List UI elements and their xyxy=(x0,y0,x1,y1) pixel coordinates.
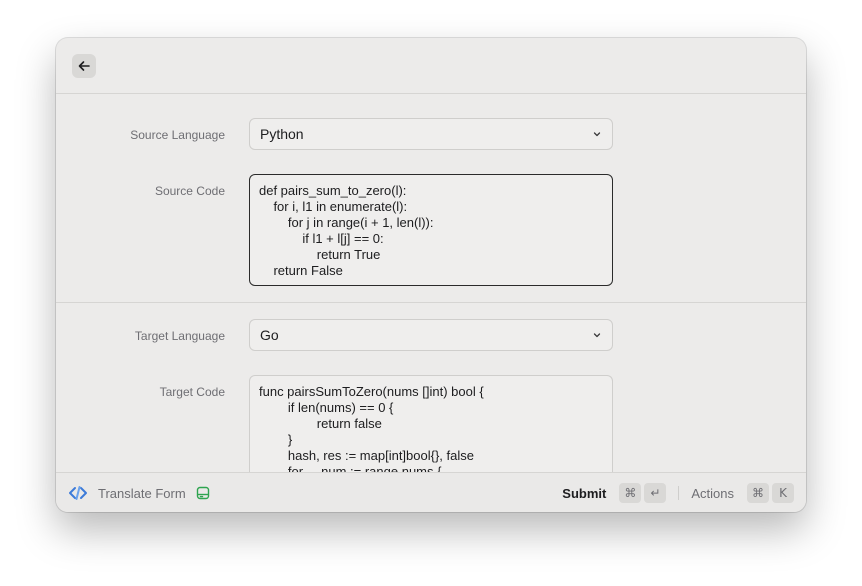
translate-extension-icon xyxy=(69,486,87,500)
section-divider xyxy=(56,302,806,303)
chevron-down-icon xyxy=(593,132,601,137)
actions-button[interactable]: Actions xyxy=(691,486,734,501)
command-key-badge: ⌘ xyxy=(747,483,769,503)
return-key-badge: ↵ xyxy=(644,483,667,503)
k-key-badge: K xyxy=(772,483,794,503)
command-title: Translate Form xyxy=(98,485,186,501)
source-language-label: Source Language xyxy=(130,128,225,142)
source-code-label: Source Code xyxy=(154,184,225,198)
target-code-label: Target Code xyxy=(159,385,225,399)
target-code-textarea[interactable]: func pairsSumToZero(nums []int) bool { i… xyxy=(249,375,613,472)
submit-button[interactable]: Submit xyxy=(562,486,606,501)
command-key-badge: ⌘ xyxy=(619,483,642,503)
source-language-dropdown[interactable]: Python xyxy=(249,118,613,150)
target-language-dropdown[interactable]: Go xyxy=(249,319,613,351)
arrow-left-icon xyxy=(78,61,90,71)
form-icon xyxy=(196,486,209,500)
target-language-value: Go xyxy=(260,327,279,343)
back-button[interactable] xyxy=(72,54,96,78)
target-language-label: Target Language xyxy=(134,329,225,343)
footer-separator xyxy=(678,486,680,500)
top-bar xyxy=(56,38,806,94)
action-bar: Translate Form Submit ⌘ ↵ Actions ⌘ K xyxy=(56,472,806,512)
source-language-value: Python xyxy=(260,126,304,142)
chevron-down-icon xyxy=(593,333,601,338)
source-code-textarea[interactable]: def pairs_sum_to_zero(l): for i, l1 in e… xyxy=(249,174,613,286)
raycast-window: Source Language Python Source Code def p… xyxy=(56,38,806,512)
